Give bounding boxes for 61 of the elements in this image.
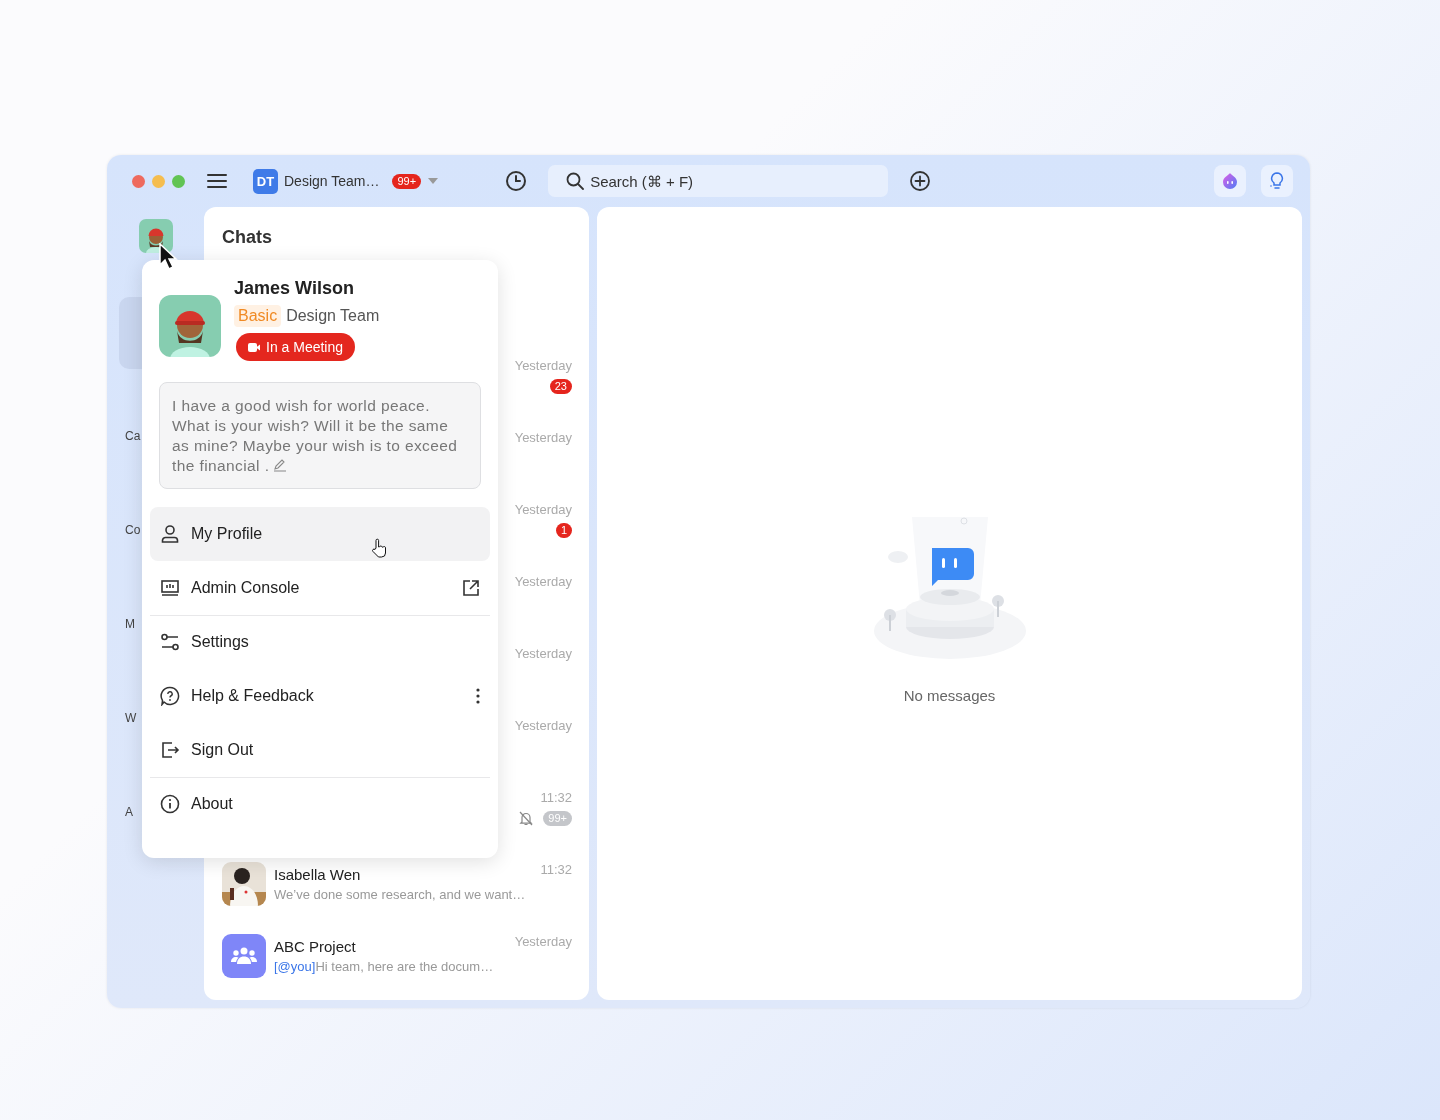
video-camera-icon	[248, 342, 260, 352]
menu-item[interactable]: Settings	[150, 615, 490, 669]
menu-icon[interactable]	[207, 173, 227, 189]
message-time: Yesterday	[514, 934, 572, 949]
sidebar-item[interactable]: W	[125, 711, 137, 725]
menu-item[interactable]: Admin Console	[150, 561, 490, 615]
panel-title: Chats	[221, 226, 273, 248]
plan-tag: Basic	[234, 305, 282, 327]
signature-field[interactable]: I have a good wish for world peace. What is your wish? Will it be the same as mine? Maybe your wish is to exceed the financial .	[159, 382, 481, 489]
unread-badge: 99+	[543, 811, 572, 826]
sidebar-item[interactable]: A	[125, 805, 133, 819]
close-window-button[interactable]	[132, 174, 145, 188]
profile-avatar	[159, 295, 221, 357]
search-icon	[566, 172, 585, 190]
add-icon[interactable]	[909, 170, 932, 192]
message-preview: We’ve done some research, and we want…	[274, 887, 526, 902]
sign-out-icon	[160, 740, 180, 760]
help-icon	[160, 686, 180, 706]
team-avatar[interactable]: DT	[253, 168, 278, 194]
menu-item[interactable]: Help & Feedback	[150, 669, 490, 723]
group-icon	[231, 947, 257, 965]
message-time: Yesterday	[514, 358, 572, 373]
more-icon[interactable]	[476, 688, 480, 704]
sidebar-item[interactable]: M	[125, 617, 135, 631]
status-button[interactable]: In a Meeting	[236, 333, 356, 361]
message-time: Yesterday	[514, 502, 572, 517]
menu-item[interactable]: My Profile	[150, 507, 490, 561]
sidebar-item[interactable]: Ca	[125, 429, 141, 443]
external-link-icon[interactable]	[462, 579, 480, 597]
menu-item[interactable]: Sign Out	[150, 723, 490, 777]
caret-icon[interactable]	[428, 178, 439, 184]
hand-cursor-icon	[370, 538, 388, 558]
sliders-icon	[160, 632, 180, 652]
user-icon	[160, 524, 180, 544]
empty-state-message: No messages	[903, 687, 996, 704]
assistant-button[interactable]	[1214, 165, 1246, 197]
unread-badge: 99+	[392, 173, 422, 189]
monitor-icon	[160, 578, 180, 598]
menu-item[interactable]: About	[150, 777, 490, 831]
message-time: Yesterday	[514, 646, 572, 661]
team-name: Design Team	[286, 307, 380, 325]
user-name: James Wilson	[234, 278, 355, 299]
chat-name[interactable]: Isabella Wen	[274, 866, 526, 883]
chat-name[interactable]: ABC Project	[274, 938, 494, 955]
info-icon	[160, 794, 180, 814]
edit-icon[interactable]	[273, 458, 288, 472]
message-time: Yesterday	[514, 574, 572, 589]
assistant-icon	[1220, 171, 1240, 191]
user-avatar[interactable]	[139, 219, 173, 253]
sidebar-item[interactable]: Co	[125, 523, 141, 537]
message-time: Yesterday	[514, 718, 572, 733]
lightbulb-button[interactable]	[1261, 165, 1293, 197]
unread-badge: 23	[549, 379, 572, 394]
search-field[interactable]: Search (⌘ + F)	[548, 165, 889, 197]
clock-icon[interactable]	[505, 170, 528, 192]
message-time: 11:32	[540, 862, 572, 877]
message-time: 11:32	[540, 790, 572, 805]
unread-badge: 1	[555, 523, 572, 538]
message-time: Yesterday	[514, 430, 572, 445]
message-preview: [@you]Hi team, here are the docum…	[274, 959, 494, 974]
team-name[interactable]: Design Team…	[284, 173, 380, 189]
